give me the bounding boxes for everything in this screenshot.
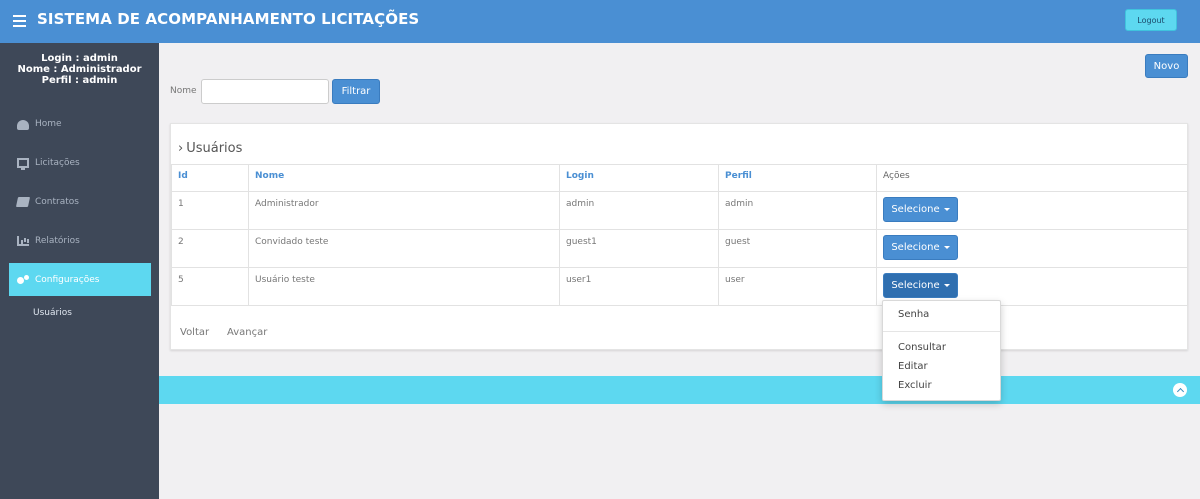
- sidebar-item-relatorios[interactable]: Relatórios: [9, 224, 151, 257]
- top-header: SISTEMA DE ACOMPANHAMENTO LICITAÇÕES Log…: [0, 0, 1200, 43]
- scroll-top-icon[interactable]: [1173, 383, 1187, 397]
- user-profile: Perfil : admin: [41, 75, 118, 86]
- selecione-label: Selecione: [891, 242, 940, 253]
- pager-next-link[interactable]: Avançar: [227, 327, 267, 338]
- menu-item-consultar[interactable]: Consultar: [898, 342, 946, 353]
- users-panel: › Usuários Id Nome Login Perfil Ações 1 A…: [170, 123, 1188, 350]
- caret-down-icon: [943, 246, 950, 249]
- gears-icon: [17, 274, 29, 285]
- sidebar-item-label: Relatórios: [35, 235, 80, 246]
- hamburger-icon[interactable]: [13, 15, 26, 27]
- cell-perfil: admin: [718, 191, 877, 230]
- sidebar-subitem-usuarios[interactable]: Usuários: [33, 308, 72, 318]
- user-info: Login : admin Nome : Administrador Perfi…: [0, 53, 159, 86]
- novo-button[interactable]: Novo: [1145, 54, 1188, 78]
- table-row: 5 Usuário teste user1 user Selecione: [171, 267, 1188, 306]
- menu-item-senha[interactable]: Senha: [898, 309, 929, 320]
- table-header-row: Id Nome Login Perfil Ações: [171, 164, 1188, 192]
- selecione-label: Selecione: [891, 204, 940, 215]
- user-login: Login : admin: [41, 53, 118, 64]
- sidebar-item-configuracoes[interactable]: Configurações: [9, 263, 151, 296]
- menu-divider: [883, 331, 1000, 332]
- user-name: Nome : Administrador: [17, 64, 142, 75]
- app-title: SISTEMA DE ACOMPANHAMENTO LICITAÇÕES: [37, 10, 420, 28]
- sidebar-item-home[interactable]: Home: [9, 107, 151, 140]
- sidebar-item-label: Configurações: [35, 274, 100, 285]
- cell-nome: Administrador: [248, 191, 560, 230]
- filter-name-input[interactable]: [201, 79, 329, 104]
- logout-button[interactable]: Logout: [1125, 9, 1177, 31]
- book-icon: [15, 196, 31, 207]
- cell-login: admin: [559, 191, 719, 230]
- panel-title: › Usuários: [178, 141, 242, 156]
- column-header-nome[interactable]: Nome: [248, 164, 560, 192]
- cell-acoes: Selecione: [876, 229, 1188, 268]
- sidebar-item-licitacoes[interactable]: Licitações: [9, 146, 151, 179]
- cell-id: 1: [171, 191, 249, 230]
- column-header-acoes: Ações: [876, 164, 1188, 192]
- column-header-login[interactable]: Login: [559, 164, 719, 192]
- caret-down-icon: [943, 208, 950, 211]
- chevron-right-icon: ›: [178, 141, 184, 156]
- cell-acoes: Selecione: [876, 191, 1188, 230]
- cell-perfil: user: [718, 267, 877, 306]
- cell-nome: Convidado teste: [248, 229, 560, 268]
- sidebar: Login : admin Nome : Administrador Perfi…: [0, 43, 159, 499]
- filter-name-label: Nome: [170, 86, 197, 96]
- actions-dropdown-menu: Senha Consultar Editar Excluir: [882, 300, 1001, 401]
- menu-item-editar[interactable]: Editar: [898, 361, 928, 372]
- dashboard-icon: [17, 119, 29, 130]
- selecione-button[interactable]: Selecione: [883, 197, 958, 222]
- sidebar-item-label: Licitações: [35, 157, 80, 168]
- cell-perfil: guest: [718, 229, 877, 268]
- bar-chart-icon: [17, 235, 29, 246]
- table-row: 1 Administrador admin admin Selecione: [171, 191, 1188, 230]
- cell-login: guest1: [559, 229, 719, 268]
- column-header-id[interactable]: Id: [171, 164, 249, 192]
- cell-id: 2: [171, 229, 249, 268]
- monitor-icon: [17, 157, 29, 170]
- column-header-perfil[interactable]: Perfil: [718, 164, 877, 192]
- filter-button[interactable]: Filtrar: [332, 79, 380, 104]
- cell-nome: Usuário teste: [248, 267, 560, 306]
- cell-login: user1: [559, 267, 719, 306]
- sidebar-item-label: Contratos: [35, 196, 79, 207]
- caret-down-icon: [943, 284, 950, 287]
- sidebar-item-contratos[interactable]: Contratos: [9, 185, 151, 218]
- cell-id: 5: [171, 267, 249, 306]
- users-table: Id Nome Login Perfil Ações 1 Administrad…: [171, 164, 1188, 306]
- panel-title-text: Usuários: [186, 141, 243, 156]
- selecione-label: Selecione: [891, 280, 940, 291]
- table-row: 2 Convidado teste guest1 guest Selecione: [171, 229, 1188, 268]
- footer-band: [159, 376, 1200, 404]
- menu-item-excluir[interactable]: Excluir: [898, 380, 932, 391]
- selecione-button[interactable]: Selecione: [883, 235, 958, 260]
- pager-prev-link[interactable]: Voltar: [180, 327, 209, 338]
- selecione-button[interactable]: Selecione: [883, 273, 958, 298]
- sidebar-item-label: Home: [35, 118, 62, 129]
